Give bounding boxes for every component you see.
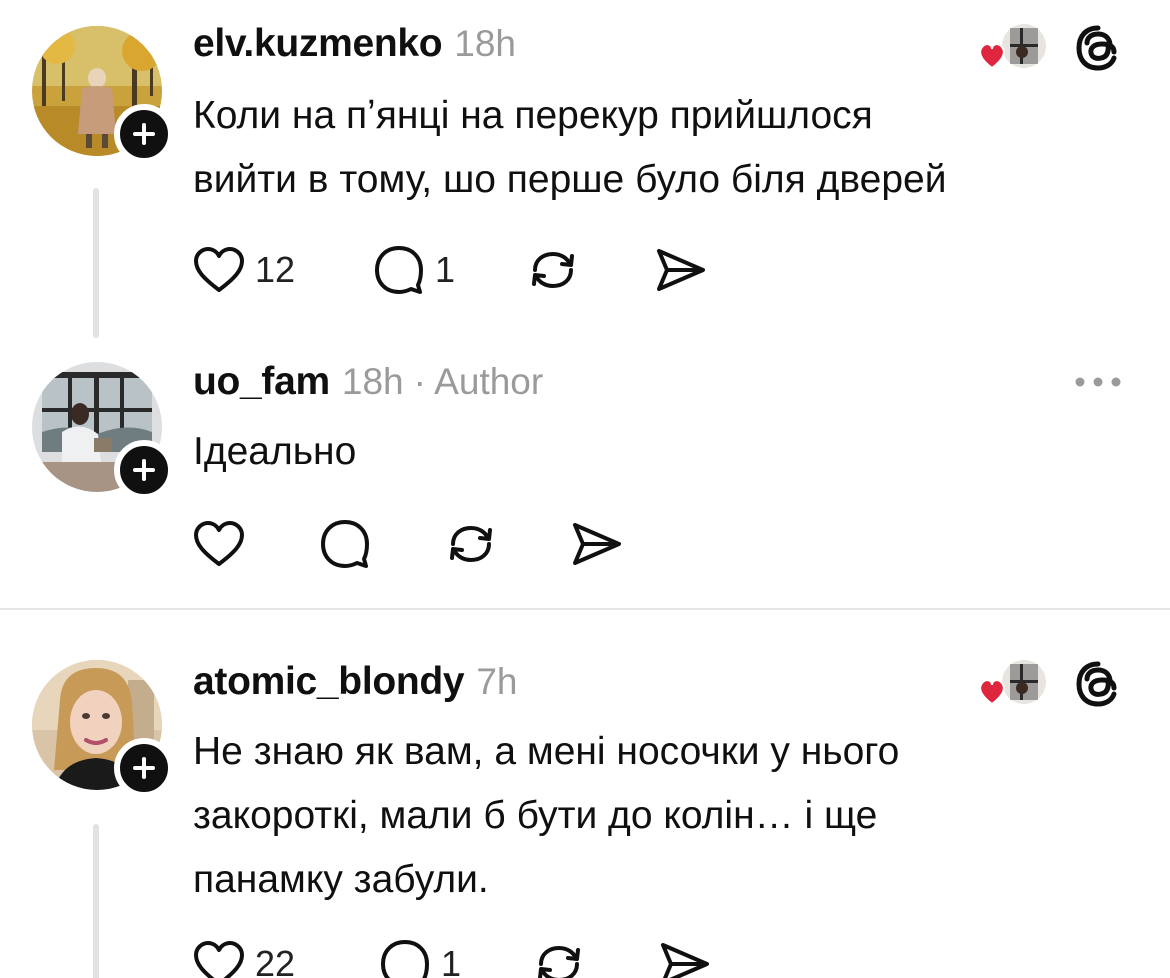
more-options-icon[interactable] [1072, 372, 1124, 397]
post-header: atomic_blondy 7h [193, 660, 517, 704]
username[interactable]: uo_fam [193, 360, 330, 404]
action-bar: 22 1 [193, 936, 733, 978]
like-button[interactable] [193, 516, 245, 572]
post-text-line: вийти в тому, шо перше було біля дверей [193, 158, 947, 201]
action-bar: 12 1 [193, 242, 733, 298]
reply-count: 1 [441, 943, 462, 978]
comment-icon [375, 246, 423, 294]
like-button[interactable]: 12 [193, 242, 295, 298]
reply-button[interactable] [319, 516, 371, 572]
post-text: Ідеально [193, 420, 356, 484]
repost-button[interactable] [533, 936, 585, 978]
liked-by-author [976, 22, 1048, 79]
post-text-line: Ідеально [193, 430, 357, 473]
thread-divider [0, 608, 1170, 610]
threads-logo-icon[interactable] [1074, 24, 1122, 77]
share-button[interactable] [655, 242, 707, 298]
avatar-wrap [32, 26, 174, 164]
reply-count: 1 [435, 249, 456, 290]
post-header: uo_fam 18h · Author [193, 360, 543, 404]
heart-icon [194, 521, 244, 566]
send-icon [657, 249, 705, 291]
repost-button[interactable] [445, 516, 497, 572]
send-icon [573, 523, 621, 565]
post-text: Коли на пʼянці на перекур прийшлося вийт… [193, 84, 947, 212]
avatar-wrap [32, 362, 174, 500]
post-header: elv.kuzmenko 18h [193, 22, 516, 66]
author-tag: · Author [413, 361, 544, 402]
share-button[interactable] [659, 936, 711, 978]
post-text-line: панамку забули. [193, 858, 489, 901]
repost-icon [450, 525, 492, 563]
post-text: Не знаю як вам, а мені носочки у нього з… [193, 720, 899, 912]
liked-by-author [976, 658, 1048, 715]
like-count: 22 [255, 943, 296, 978]
like-count: 12 [255, 249, 296, 290]
heart-icon [194, 941, 244, 978]
share-button[interactable] [571, 516, 623, 572]
heart-avatar-icon [979, 660, 1046, 706]
post-text-line: Коли на пʼянці на перекур прийшлося [193, 94, 873, 137]
plus-icon [133, 459, 155, 481]
heart-avatar-icon [979, 24, 1046, 70]
follow-button[interactable] [114, 440, 174, 500]
like-button[interactable]: 22 [193, 936, 295, 978]
threads-logo-icon[interactable] [1074, 660, 1122, 713]
plus-icon [133, 123, 155, 145]
timestamp: 7h [476, 661, 518, 702]
comment-icon [381, 940, 429, 978]
thread-line [93, 188, 99, 338]
repost-button[interactable] [527, 242, 579, 298]
reply-button[interactable]: 1 [373, 242, 455, 298]
timestamp: 18h [341, 361, 404, 402]
username[interactable]: atomic_blondy [193, 660, 465, 704]
repost-icon [532, 251, 574, 289]
username[interactable]: elv.kuzmenko [193, 22, 443, 66]
post-text-line: закороткі, мали б бути до колін… і ще [193, 794, 878, 837]
action-bar [193, 516, 633, 572]
send-icon [661, 943, 709, 978]
follow-button[interactable] [114, 738, 174, 798]
avatar-wrap [32, 660, 174, 798]
comment-icon [321, 520, 369, 568]
repost-icon [538, 945, 580, 978]
timestamp: 18h [454, 23, 517, 64]
follow-button[interactable] [114, 104, 174, 164]
reply-button[interactable]: 1 [379, 936, 461, 978]
post-text-line: Не знаю як вам, а мені носочки у нього [193, 730, 900, 773]
thread-line [93, 824, 99, 978]
heart-icon [194, 247, 244, 292]
plus-icon [133, 757, 155, 779]
